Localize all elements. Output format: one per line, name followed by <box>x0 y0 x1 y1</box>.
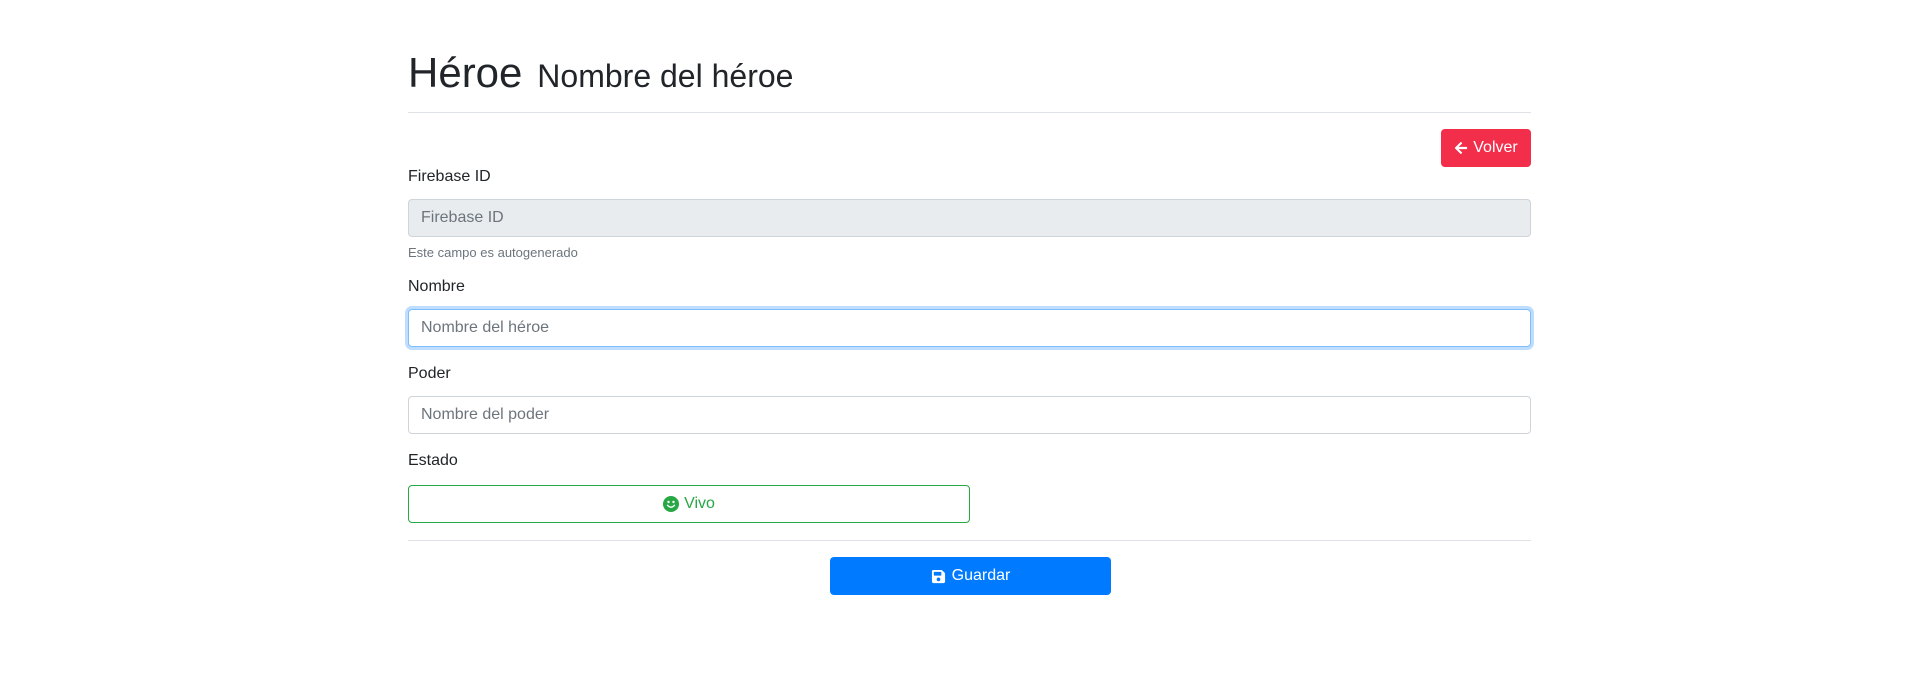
page-title-sub: Nombre del héroe <box>537 58 794 94</box>
back-button[interactable]: Volver <box>1441 129 1531 167</box>
page-title: Héroe Nombre del héroe <box>408 48 793 98</box>
arrow-left-icon <box>1455 142 1468 154</box>
save-button[interactable]: Guardar <box>830 557 1111 595</box>
save-button-label: Guardar <box>951 567 1011 584</box>
estado-button-label: Vivo <box>684 495 715 512</box>
estado-label: Estado <box>408 452 458 469</box>
estado-toggle-button[interactable]: Vivo <box>408 485 970 523</box>
poder-field[interactable] <box>408 396 1531 434</box>
divider-top <box>408 112 1531 113</box>
nombre-label: Nombre <box>408 278 465 295</box>
firebase-id-field[interactable] <box>408 199 1531 237</box>
firebase-id-help: Este campo es autogenerado <box>408 245 578 260</box>
divider-bottom <box>408 540 1531 541</box>
page-title-main: Héroe <box>408 49 523 96</box>
poder-label: Poder <box>408 365 451 382</box>
nombre-field[interactable] <box>408 309 1531 347</box>
back-button-label: Volver <box>1473 139 1518 156</box>
smile-icon <box>663 496 680 512</box>
save-icon <box>931 569 945 583</box>
firebase-id-label: Firebase ID <box>408 168 491 185</box>
